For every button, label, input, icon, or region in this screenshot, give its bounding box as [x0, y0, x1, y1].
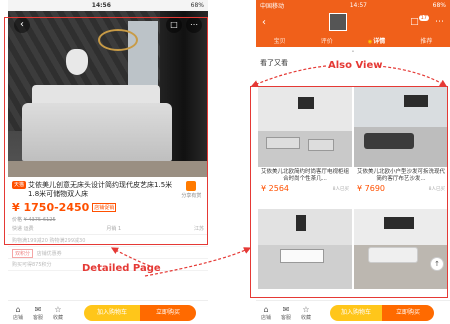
double-points-pill: 双积分 — [12, 249, 34, 258]
shipping-meta: 快递 运费 月销 1 江苏 — [8, 223, 208, 235]
more-dots-icon[interactable]: ⋯ — [186, 17, 202, 33]
star-icon: ☆ — [302, 304, 310, 314]
coupon-row[interactable]: 双积分 店铺优惠券 — [8, 247, 208, 259]
status-time: 14:57 — [349, 2, 367, 9]
deer-head-decor — [66, 49, 88, 75]
promo-row[interactable]: 购物满199减20 购物满299减30 — [8, 235, 208, 247]
back-arrow-icon[interactable]: ‹ — [14, 17, 30, 33]
gift-icon — [186, 181, 197, 191]
bottom-action-bar: ⌂ 店铺 ✉ 客服 ☆ 收藏 加入购物车 立即购买 — [8, 300, 208, 324]
recommend-card[interactable]: 艾依美儿北欧小户型沙发可拆洗现代简约客厅布艺沙发... ¥ 7690 8人已买 — [354, 87, 448, 194]
original-price: 价格 ¥ 4375-6125 — [12, 217, 56, 223]
share-label: 分享有赏 — [181, 193, 202, 199]
cart-icon[interactable]: □ — [410, 17, 419, 27]
buy-now-button[interactable]: 立即购买 — [140, 304, 196, 321]
card-price: ¥ 2564 — [261, 184, 289, 193]
add-to-cart-button[interactable]: 加入购物车 — [330, 304, 382, 321]
add-to-cart-button[interactable]: 加入购物车 — [84, 304, 140, 321]
service-tab[interactable]: ✉ 客服 — [28, 305, 48, 321]
nav-header: ‹ □ 17 ⋯ — [256, 11, 450, 33]
product-price: ¥ 1750-2450 — [12, 201, 90, 214]
tab-details[interactable]: 详情 — [368, 36, 385, 45]
store-tab[interactable]: ⌂ 店铺 — [256, 305, 276, 321]
store-icon: ⌂ — [15, 304, 21, 314]
chandelier — [98, 29, 138, 51]
card-image — [354, 87, 448, 167]
product-info: 天猫 艾依美儿创意无床头设计简约现代皮艺床1.5米 1.8米可储物双人床 分享有… — [8, 177, 208, 271]
card-image — [354, 209, 448, 289]
card-sold: 8人已买 — [428, 186, 445, 192]
status-bar: 中国移动 14:57 68% — [256, 0, 450, 11]
figure: 14:56 68% ‹ □ ⋯ 天猫 艾依美儿创意无床头设计简约现代皮艺床1.5… — [0, 0, 450, 324]
chat-icon: ✉ — [282, 304, 290, 314]
battery-text: 68% — [432, 2, 446, 9]
card-sold: 8人已买 — [332, 186, 349, 192]
scroll-to-top-button[interactable]: ↑ — [430, 257, 444, 271]
product-title: 艾依美儿创意无床头设计简约现代皮艺床1.5米 1.8米可储物双人床 — [28, 181, 173, 198]
detail-tabs: 宝贝 评价 详情 推荐 — [256, 33, 450, 47]
carrier-text: 中国移动 — [260, 3, 285, 10]
cart-count-badge: 17 — [418, 15, 429, 21]
status-bar: 14:56 68% — [8, 0, 208, 11]
recommend-card[interactable]: 艾依美儿北欧简约时尚客厅电视柜组合时尚个性茶几... ¥ 2564 8人已买 — [258, 87, 352, 194]
bottom-action-bar: ⌂ 店铺 ✉ 客服 ☆ 收藏 加入购物车 立即购买 — [256, 300, 450, 324]
star-icon: ☆ — [54, 304, 62, 314]
detail-phone-screen: 14:56 68% ‹ □ ⋯ 天猫 艾依美儿创意无床头设计简约现代皮艺床1.5… — [8, 0, 208, 324]
tab-items[interactable]: 宝贝 — [274, 36, 286, 45]
tmall-tag: 天猫 — [12, 181, 27, 189]
favorite-tab[interactable]: ☆ 收藏 — [296, 305, 316, 321]
card-image — [258, 87, 352, 167]
product-photo[interactable]: ‹ □ ⋯ — [8, 11, 208, 177]
status-time: 14:56 — [91, 2, 111, 9]
store-icon: ⌂ — [263, 304, 269, 314]
card-title: 艾依美儿北欧简约时尚客厅电视柜组合时尚个性茶几... — [260, 169, 349, 182]
store-tab[interactable]: ⌂ 店铺 — [8, 305, 28, 321]
also-view-phone-screen: 中国移动 14:57 68% ‹ □ 17 ⋯ 宝贝 评价 详情 推荐 • 看了… — [256, 0, 450, 324]
service-tab[interactable]: ✉ 客服 — [276, 305, 296, 321]
share-button[interactable]: 分享有赏 — [179, 181, 204, 199]
also-view-label: Also View — [328, 60, 383, 71]
card-image — [258, 209, 352, 289]
divider: • — [351, 49, 355, 55]
detailed-page-label: Detailed Page — [82, 263, 161, 274]
buy-now-button[interactable]: 立即购买 — [382, 304, 434, 321]
recommend-card[interactable] — [258, 209, 352, 289]
bed — [22, 103, 172, 161]
card-price: ¥ 7690 — [357, 184, 385, 193]
recommend-card[interactable] — [354, 209, 448, 289]
tab-recommend[interactable]: 推荐 — [420, 36, 432, 45]
card-title: 艾依美儿北欧小户型沙发可拆洗现代简约客厅布艺沙发... — [356, 169, 445, 182]
battery-text: 68% — [190, 2, 204, 9]
back-arrow-icon[interactable]: ‹ — [262, 17, 266, 28]
promo-badge: 店铺促销 — [92, 203, 117, 212]
cart-icon[interactable]: □ — [166, 17, 182, 33]
product-thumbnail[interactable] — [329, 13, 348, 31]
more-dots-icon[interactable]: ⋯ — [435, 17, 444, 27]
chat-icon: ✉ — [34, 304, 42, 314]
favorite-tab[interactable]: ☆ 收藏 — [48, 305, 68, 321]
tab-reviews[interactable]: 评价 — [321, 36, 333, 45]
